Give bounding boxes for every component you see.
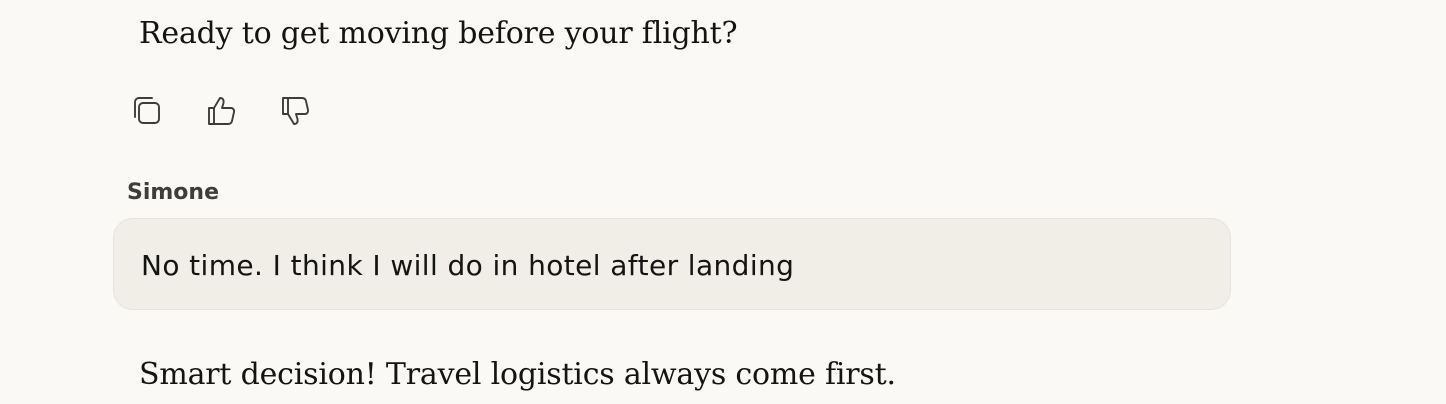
thumbs-down-button[interactable] bbox=[276, 92, 314, 130]
message-actions bbox=[128, 92, 314, 130]
user-message-bubble: No time. I think I will do in hotel afte… bbox=[113, 218, 1231, 310]
copy-icon bbox=[134, 97, 160, 124]
assistant-message: Ready to get moving before your flight? bbox=[139, 16, 738, 51]
user-sender-name: Simone bbox=[127, 180, 220, 205]
copy-button[interactable] bbox=[128, 92, 166, 130]
thumbs-up-icon bbox=[208, 97, 236, 125]
thumbs-up-button[interactable] bbox=[202, 92, 240, 130]
user-message-text: No time. I think I will do in hotel afte… bbox=[141, 249, 795, 282]
thumbs-down-icon bbox=[282, 97, 310, 125]
assistant-message: Smart decision! Travel logistics always … bbox=[139, 357, 896, 392]
